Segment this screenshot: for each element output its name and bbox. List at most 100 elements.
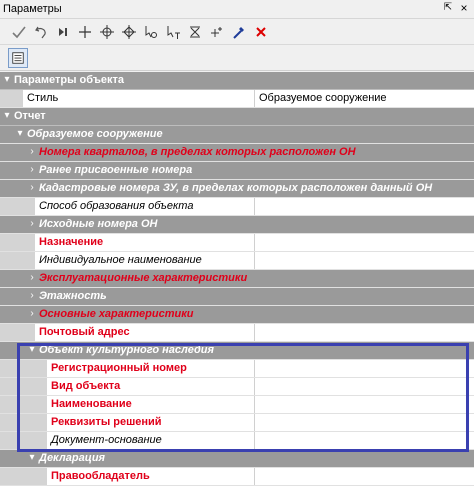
group-row[interactable]: › Ранее присвоенные номера	[0, 162, 474, 180]
crosshair-icon[interactable]	[96, 21, 118, 43]
property-row[interactable]: Почтовый адрес	[0, 324, 474, 342]
row-gutter	[0, 234, 12, 251]
expand-icon[interactable]: ›	[27, 219, 37, 229]
select-node-icon[interactable]	[140, 21, 162, 43]
group-row[interactable]: ▾ Объект культурного наследия	[0, 342, 474, 360]
row-label: Номера кварталов, в пределах которых рас…	[39, 146, 356, 158]
row-label: Ранее присвоенные номера	[39, 164, 193, 176]
group-row[interactable]: › Кадастровые номера ЗУ, в пределах котор…	[0, 180, 474, 198]
expand-icon[interactable]: ›	[27, 165, 37, 175]
group-row[interactable]: ▾ Образуемое сооружение	[0, 126, 474, 144]
category-row[interactable]: ▾ Параметры объекта	[0, 72, 474, 90]
property-row[interactable]: Вид объекта	[0, 378, 474, 396]
property-row[interactable]: Способ образования объекта	[0, 198, 474, 216]
row-label: Наименование	[51, 398, 132, 410]
row-gutter	[0, 360, 12, 377]
row-label: Основные характеристики	[39, 308, 194, 320]
edit-toolbar	[0, 19, 474, 45]
row-label: Документ-основание	[51, 434, 162, 446]
property-row[interactable]: Назначение	[0, 234, 474, 252]
row-label: Реквизиты решений	[51, 416, 162, 428]
row-value[interactable]	[254, 414, 474, 431]
row-label: Вид объекта	[51, 380, 121, 392]
row-value[interactable]	[254, 468, 474, 485]
row-indent	[12, 252, 35, 269]
row-value[interactable]	[254, 234, 474, 251]
check-icon[interactable]	[8, 21, 30, 43]
row-gutter	[0, 432, 12, 449]
row-indent	[12, 468, 47, 485]
row-label: Регистрационный номер	[51, 362, 187, 374]
categorized-view-icon[interactable]	[8, 48, 28, 68]
expand-icon[interactable]: ›	[27, 309, 37, 319]
row-gutter	[0, 378, 12, 395]
row-value[interactable]	[254, 396, 474, 413]
group-row[interactable]: › Этажность	[0, 288, 474, 306]
property-row[interactable]: Документ-основание	[0, 432, 474, 450]
group-row[interactable]: ▾ Декларация	[0, 450, 474, 468]
collapse-icon[interactable]: ▾	[15, 129, 25, 139]
eyedropper-icon[interactable]	[228, 21, 250, 43]
expand-icon[interactable]: ›	[27, 291, 37, 301]
property-row[interactable]: Индивидуальное наименование	[0, 252, 474, 270]
row-gutter	[0, 396, 12, 413]
pin-icon[interactable]: ⇱	[442, 2, 454, 14]
row-gutter	[0, 198, 12, 215]
snap-icon[interactable]	[184, 21, 206, 43]
category-row[interactable]: ▾ Отчет	[0, 108, 474, 126]
row-value[interactable]	[254, 198, 474, 215]
property-row[interactable]: Реквизиты решений	[0, 414, 474, 432]
row-label: Почтовый адрес	[39, 326, 130, 338]
row-label: Параметры объекта	[14, 74, 125, 86]
row-value[interactable]	[254, 360, 474, 377]
plus-icon[interactable]	[74, 21, 96, 43]
property-row[interactable]: Регистрационный номер	[0, 360, 474, 378]
text-cursor-icon[interactable]	[162, 21, 184, 43]
row-label: Правообладатель	[51, 470, 150, 482]
row-label: Эксплуатационные характеристики	[39, 272, 248, 284]
delete-icon[interactable]	[250, 21, 272, 43]
parameters-panel: Параметры ⇱ × ▾ Параметры объекта Стиль …	[0, 0, 474, 486]
property-row[interactable]: Наименование	[0, 396, 474, 414]
row-indent	[12, 198, 35, 215]
row-value[interactable]	[254, 252, 474, 269]
expand-icon[interactable]: ›	[27, 147, 37, 157]
row-label: Способ образования объекта	[39, 200, 194, 212]
row-gutter	[0, 306, 12, 323]
row-gutter	[0, 342, 12, 359]
collapse-icon[interactable]: ▾	[27, 345, 37, 355]
row-gutter	[0, 288, 12, 305]
row-value[interactable]	[254, 324, 474, 341]
row-label: Кадастровые номера ЗУ, в пределах которы…	[39, 182, 433, 194]
property-row[interactable]: Правообладатель	[0, 468, 474, 486]
step-icon[interactable]	[52, 21, 74, 43]
close-icon[interactable]: ×	[458, 2, 470, 14]
collapse-icon[interactable]: ▾	[27, 453, 37, 463]
undo-icon[interactable]	[30, 21, 52, 43]
row-gutter	[0, 180, 12, 197]
row-gutter	[0, 162, 12, 179]
expand-icon[interactable]: ›	[27, 273, 37, 283]
row-label: Образуемое сооружение	[27, 128, 163, 140]
group-row[interactable]: › Номера кварталов, в пределах которых ра…	[0, 144, 474, 162]
collapse-icon[interactable]: ▾	[2, 75, 12, 85]
row-indent	[12, 378, 47, 395]
group-row[interactable]: › Основные характеристики	[0, 306, 474, 324]
row-indent	[12, 396, 47, 413]
row-label: Назначение	[39, 236, 104, 248]
property-row[interactable]: Стиль Образуемое сооружение	[0, 90, 474, 108]
group-row[interactable]: › Исходные номера ОН	[0, 216, 474, 234]
crosshair-vertex-icon[interactable]	[118, 21, 140, 43]
collapse-icon[interactable]: ▾	[2, 111, 12, 121]
expand-icon[interactable]: ›	[27, 183, 37, 193]
row-indent	[12, 324, 35, 341]
add-node-icon[interactable]	[206, 21, 228, 43]
row-value[interactable]: Образуемое сооружение	[254, 90, 474, 107]
row-value[interactable]	[254, 432, 474, 449]
group-row[interactable]: › Эксплуатационные характеристики	[0, 270, 474, 288]
row-value[interactable]	[254, 378, 474, 395]
row-label: Отчет	[14, 110, 46, 122]
property-grid: ▾ Параметры объекта Стиль Образуемое сооруж…	[0, 72, 474, 486]
view-toolbar	[0, 46, 474, 71]
row-gutter	[0, 216, 12, 233]
